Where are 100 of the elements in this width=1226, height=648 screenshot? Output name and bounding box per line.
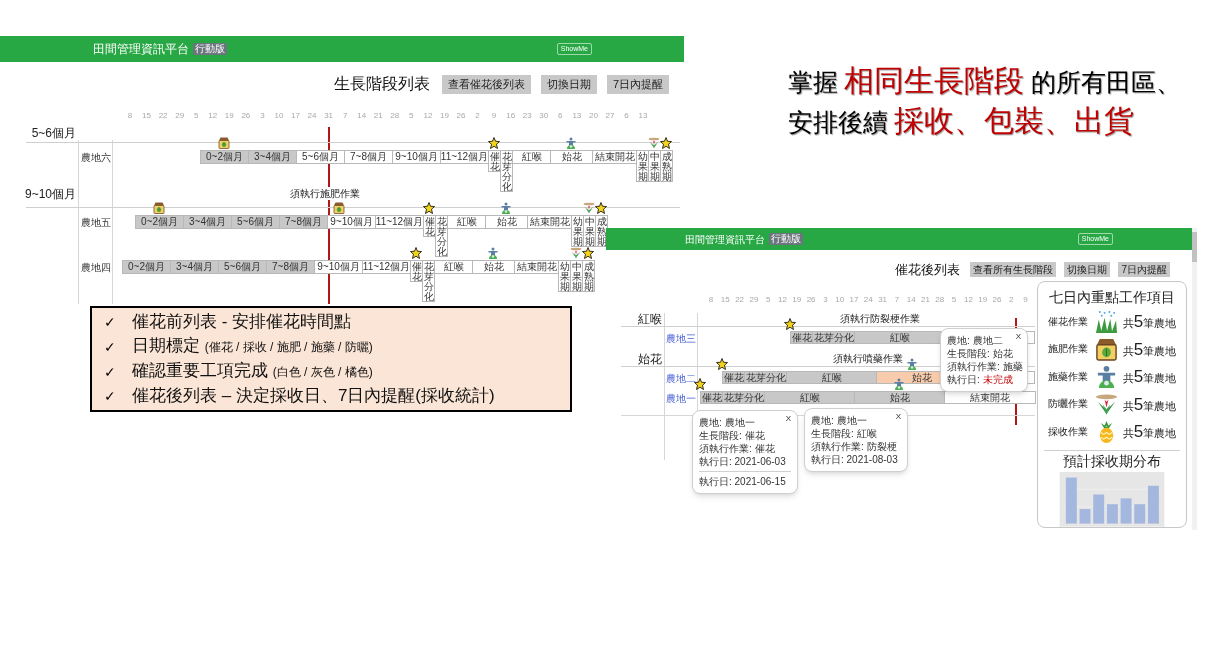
- toolbar-button[interactable]: 7日內提醒: [1118, 262, 1170, 278]
- check-mark: ✓: [104, 362, 117, 382]
- info-text: 農地: 農地二: [947, 334, 1003, 347]
- stage-segment: 5~6個月: [231, 215, 280, 229]
- tick-label: 26: [806, 295, 816, 304]
- tick-label: 29: [175, 111, 185, 120]
- tick-label: 26: [241, 111, 251, 120]
- check-mark: ✓: [104, 313, 117, 332]
- count-text: 共5筆農地: [1122, 338, 1177, 361]
- info-text: 執行日: 2021-06-03: [699, 455, 786, 468]
- toolbar-button[interactable]: 查看催花後列表: [441, 74, 531, 94]
- task-label: 施藥作業: [1047, 370, 1089, 383]
- stage-segment: 花芽分化: [812, 331, 855, 344]
- stage-segment: 11~12個月: [375, 215, 424, 229]
- task-label: 催花作業: [1047, 315, 1089, 328]
- farm-link[interactable]: 農地一: [666, 393, 696, 405]
- tick-label: 19: [978, 295, 988, 304]
- stage-segment: 7~8個月: [266, 260, 315, 274]
- tick-label: 5: [951, 295, 957, 304]
- stage-segment: 始花: [485, 215, 528, 229]
- row-label: 農地四: [81, 262, 111, 274]
- page-title: 生長階段列表: [333, 74, 430, 94]
- stage-segment: 9~10個月: [327, 215, 376, 229]
- stage-segment: 結束開花: [527, 215, 572, 229]
- tick-label: 14: [357, 111, 367, 120]
- star-icon: [595, 202, 607, 214]
- sprayer-icon: [500, 202, 512, 214]
- leaf-crate-icon: [218, 137, 230, 149]
- stage-segment: 紅喉: [512, 150, 551, 164]
- group-label: 5~6個月: [31, 126, 76, 140]
- close-button[interactable]: X: [1015, 332, 1021, 342]
- stage-segment: 5~6個月: [296, 150, 345, 164]
- sprayer-icon: [565, 137, 577, 149]
- stage-segment: 花芽分化: [500, 150, 513, 192]
- scrollbar[interactable]: [1192, 228, 1197, 530]
- tick-label: 7: [894, 295, 900, 304]
- plant-icon: [570, 247, 582, 259]
- farm-link[interactable]: 農地二: [666, 373, 696, 385]
- tick-label: 20: [588, 111, 598, 120]
- star-icon: [582, 247, 594, 259]
- tick-label: 22: [158, 111, 168, 120]
- stage-segment: 花芽分化: [744, 371, 787, 384]
- info-text: 須執行作業: 施藥: [947, 360, 1023, 373]
- tick-label: 9: [491, 111, 497, 120]
- tick-label: 21: [373, 111, 383, 120]
- info-text: 生長階段: 紅喉: [811, 427, 877, 440]
- task-label: 防曬作業: [1047, 398, 1089, 411]
- info-text: 須執行作業: 防裂梗: [811, 440, 897, 453]
- stage-segment: 9~10個月: [392, 150, 441, 164]
- close-button[interactable]: X: [785, 414, 791, 424]
- stage-segment: 3~4個月: [248, 150, 297, 164]
- farm-link[interactable]: 農地三: [666, 333, 696, 345]
- stage-segment: 始花: [472, 260, 515, 274]
- tick-label: 30: [539, 111, 549, 120]
- tick-label: 16: [506, 111, 516, 120]
- tick-label: 8: [708, 295, 714, 304]
- page-title: 催花後列表: [895, 261, 961, 279]
- tick-label: 23: [522, 111, 532, 120]
- tick-label: 14: [906, 295, 916, 304]
- tick-label: 22: [735, 295, 745, 304]
- toolbar-button[interactable]: 查看所有生長階段: [970, 262, 1057, 278]
- toolbar-button[interactable]: 切換日期: [540, 74, 597, 94]
- leaf-crate-icon: [1094, 337, 1118, 361]
- info-text: 執行日: 2021-08-03: [811, 453, 898, 466]
- tick-label: 13: [638, 111, 648, 120]
- star-icon: [716, 358, 728, 370]
- star-icon: [694, 378, 706, 390]
- sprayer-icon: [487, 247, 499, 259]
- tick-label: 31: [324, 111, 334, 120]
- tick-label: 2: [475, 111, 480, 120]
- tick-label: 24: [307, 111, 317, 120]
- leaf-crate-icon: [153, 202, 165, 214]
- count-text: 共5筆農地: [1122, 421, 1177, 443]
- close-button[interactable]: X: [895, 412, 901, 422]
- star-icon: [784, 318, 796, 330]
- stage-segment: 花芽分化: [722, 391, 765, 404]
- sprayer-icon: [893, 378, 905, 390]
- checklist-text: 催花前列表 - 安排催花時間點: [132, 311, 352, 333]
- tick-label: 27: [605, 111, 615, 120]
- toolbar-button[interactable]: 切換日期: [1064, 262, 1111, 278]
- stage-segment: 成熟期: [660, 150, 673, 182]
- stage-segment: 成熟期: [582, 260, 595, 292]
- count-text: 共5筆農地: [1122, 366, 1177, 388]
- stage-segment: 催花: [790, 331, 813, 344]
- tick-label: 3: [823, 295, 828, 304]
- stage-segment: 7~8個月: [279, 215, 328, 229]
- count-text: 共5筆農地: [1122, 393, 1177, 416]
- info-text: 生長階段: 始花: [947, 347, 1013, 360]
- info-text: 須執行作業: 催花: [699, 442, 775, 455]
- stage-segment: 催花: [700, 391, 723, 404]
- stage-segment: 催花: [722, 371, 745, 384]
- task-heading: 須執行施肥作業: [290, 187, 360, 200]
- chart-title: 預計採收期分布: [1063, 452, 1161, 471]
- watered-grass-icon: [1094, 310, 1118, 334]
- task-label: 施肥作業: [1047, 343, 1089, 356]
- toolbar-button[interactable]: 7日內提醒: [606, 74, 669, 94]
- stage-segment: 紅喉: [786, 371, 877, 384]
- stage-segment: 紅喉: [434, 260, 473, 274]
- tick-label: 28: [935, 295, 945, 304]
- row-label: 農地六: [81, 152, 111, 164]
